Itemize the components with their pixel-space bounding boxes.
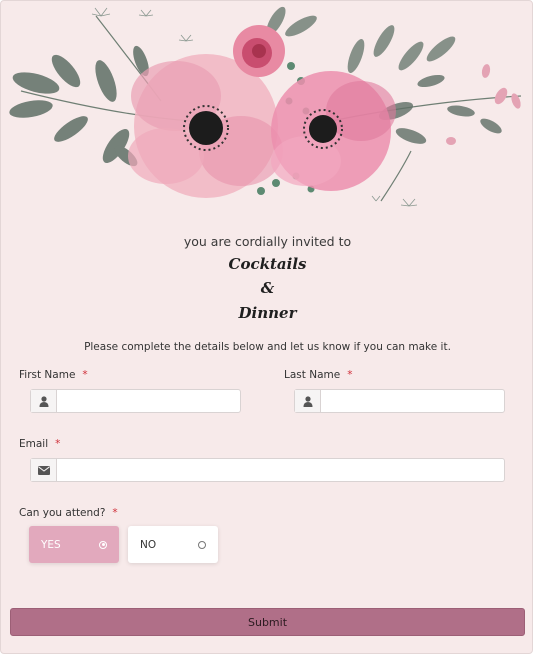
invitation-card: you are cordially invited to Cocktails &…: [0, 0, 533, 654]
invitation-line-ampersand: &: [260, 279, 275, 297]
email-field[interactable]: [30, 458, 505, 482]
last-name-input[interactable]: [321, 390, 504, 412]
required-marker: *: [347, 369, 353, 381]
submit-button[interactable]: Submit: [10, 608, 525, 636]
email-label-text: Email: [19, 438, 49, 450]
first-name-label-text: First Name: [19, 369, 76, 381]
user-icon: [31, 390, 57, 412]
first-name-field[interactable]: [30, 389, 241, 413]
invitation-line-cocktails: Cocktails: [228, 255, 307, 273]
required-marker: *: [112, 507, 118, 519]
first-name-label: First Name *: [19, 369, 88, 381]
attend-option-yes-label: YES: [41, 538, 61, 551]
floral-decoration: [9, 6, 522, 207]
email-input[interactable]: [57, 459, 504, 481]
attend-label: Can you attend? *: [19, 507, 118, 519]
required-marker: *: [55, 438, 61, 450]
radio-unchecked-icon: [198, 540, 206, 549]
radio-checked-icon: [99, 540, 107, 549]
required-marker: *: [82, 369, 88, 381]
last-name-label-text: Last Name: [284, 369, 341, 381]
form-instructions: Please complete the details below and le…: [84, 341, 451, 353]
attend-label-text: Can you attend?: [19, 507, 106, 519]
invitation-line-dinner: Dinner: [238, 304, 297, 322]
email-label: Email *: [19, 438, 60, 450]
last-name-field[interactable]: [294, 389, 505, 413]
user-icon: [295, 390, 321, 412]
last-name-label: Last Name *: [284, 369, 352, 381]
first-name-input[interactable]: [57, 390, 240, 412]
attend-option-yes[interactable]: YES: [29, 526, 119, 563]
attend-option-no-label: NO: [140, 538, 157, 551]
attend-option-no[interactable]: NO: [128, 526, 218, 563]
invitation-intro: you are cordially invited to: [183, 234, 352, 249]
envelope-icon: [31, 459, 57, 481]
